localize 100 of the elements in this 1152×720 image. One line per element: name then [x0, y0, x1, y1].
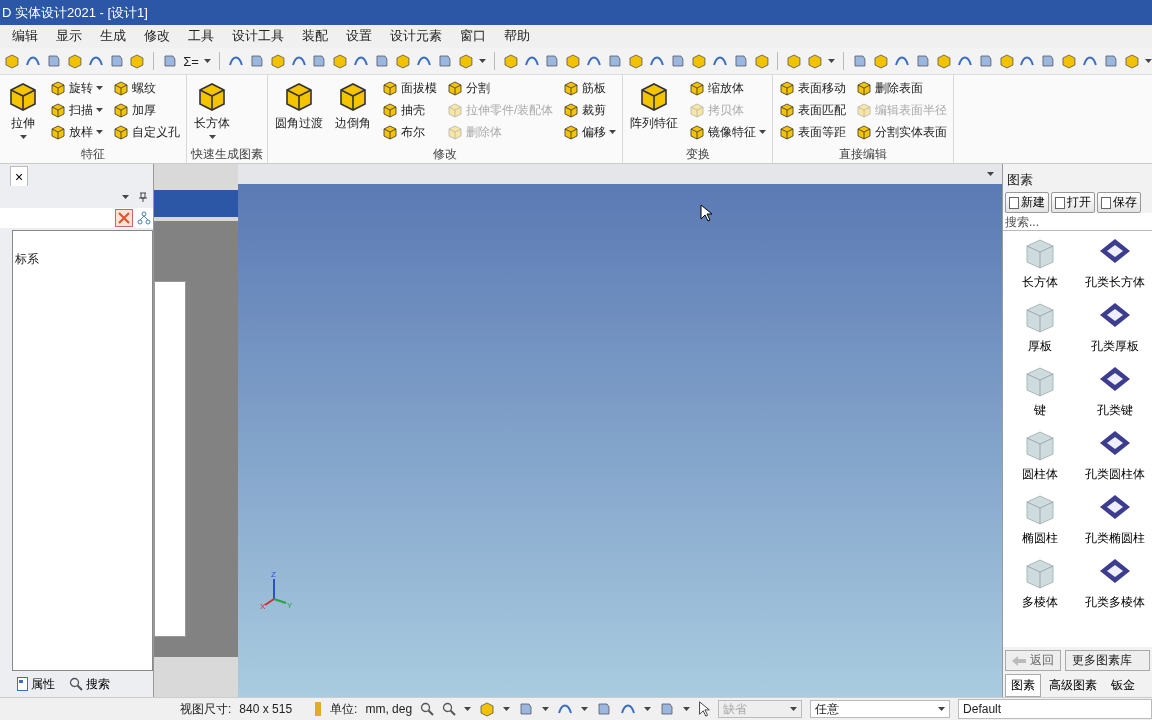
menu-item[interactable]: 设置: [338, 26, 380, 47]
cursor-icon[interactable]: [698, 701, 711, 717]
sheet-icon[interactable]: [607, 53, 624, 69]
sheet-icon[interactable]: [1103, 53, 1119, 69]
pin-icon[interactable]: [139, 192, 147, 202]
shape-item[interactable]: 孔类厚板: [1077, 301, 1152, 365]
toolbar-button[interactable]: 打开: [1051, 192, 1095, 213]
caret-icon: [96, 108, 103, 112]
sheet-icon[interactable]: [108, 53, 125, 69]
ribbon-button[interactable]: 阵列特征: [627, 78, 682, 134]
panel-tab[interactable]: 钣金: [1105, 674, 1141, 697]
caret-icon: [1144, 59, 1152, 63]
ribbon-button[interactable]: 拉伸: [4, 78, 42, 141]
sheet-icon[interactable]: [852, 53, 869, 69]
ribbon-button[interactable]: 布尔: [380, 122, 439, 142]
ribbon-button[interactable]: 放样: [48, 122, 105, 142]
menu-item[interactable]: 修改: [136, 26, 178, 47]
ribbon-button[interactable]: 螺纹: [111, 78, 182, 98]
sheet-icon[interactable]: [518, 701, 535, 717]
sheet-icon[interactable]: [659, 701, 676, 717]
group-label: 变换: [684, 146, 711, 163]
toolbar-label[interactable]: Σ=: [183, 53, 199, 69]
caret-icon: [609, 130, 617, 134]
sheet-icon[interactable]: [45, 53, 62, 69]
ribbon-button[interactable]: 表面匹配: [777, 100, 849, 120]
sheet-icon[interactable]: [732, 53, 749, 69]
ribbon-button[interactable]: 加厚: [111, 100, 182, 120]
ribbon-button[interactable]: 删除表面: [854, 78, 950, 98]
menu-item[interactable]: 工具: [180, 26, 222, 47]
panel-tab[interactable]: 图素: [1005, 674, 1041, 697]
document-icon: [1009, 196, 1019, 209]
ribbon-button[interactable]: 面拔模: [380, 78, 439, 98]
sheet-icon[interactable]: [596, 701, 613, 717]
shape-item[interactable]: 孔类圆柱体: [1077, 429, 1152, 493]
sheet-icon[interactable]: [311, 53, 328, 69]
close-button[interactable]: ×: [10, 166, 29, 186]
sheet-icon[interactable]: [544, 53, 561, 69]
sheet-icon[interactable]: [669, 53, 686, 69]
menu-item[interactable]: 生成: [92, 26, 134, 47]
ribbon-button[interactable]: 边倒角: [332, 78, 374, 134]
shape-item[interactable]: 圆柱体: [1003, 429, 1078, 493]
ribbon-button[interactable]: 表面移动: [777, 78, 849, 98]
shape-item[interactable]: 孔类键: [1077, 365, 1152, 429]
menu-item[interactable]: 设计元素: [382, 26, 450, 47]
panel-tab[interactable]: 搜索: [66, 673, 113, 695]
ribbon-button[interactable]: 自定义孔: [111, 122, 182, 142]
sheet-icon[interactable]: [248, 53, 265, 69]
caret-icon: [644, 707, 652, 711]
ribbon-button[interactable]: 旋转: [48, 78, 105, 98]
shape-item[interactable]: 厚板: [1003, 301, 1078, 365]
menu-item[interactable]: 帮助: [496, 26, 538, 47]
panel-tab[interactable]: 属性: [14, 673, 58, 695]
ribbon-button[interactable]: 抽壳: [380, 100, 439, 120]
shape-item[interactable]: 长方体: [1003, 237, 1078, 301]
menu-item[interactable]: 显示: [48, 26, 90, 47]
ribbon-button[interactable]: 表面等距: [777, 122, 849, 142]
sheet-icon[interactable]: [374, 53, 391, 69]
ribbon-button[interactable]: 缩放体: [687, 78, 769, 98]
toolbar-button[interactable]: 新建: [1005, 192, 1049, 213]
shape-item[interactable]: 孔类多棱体: [1077, 557, 1152, 621]
ribbon-button[interactable]: 裁剪: [561, 100, 619, 120]
sheet-icon[interactable]: [1040, 53, 1057, 69]
ribbon-button[interactable]: 长方体: [191, 78, 233, 141]
ribbon-button[interactable]: 筋板: [561, 78, 619, 98]
material-field[interactable]: Default: [958, 699, 1152, 719]
back-button[interactable]: 返回: [1005, 650, 1061, 671]
sheet-icon[interactable]: [436, 53, 453, 69]
toolbar-button[interactable]: 保存: [1097, 192, 1141, 213]
sheet-icon[interactable]: [914, 53, 931, 69]
menu-item[interactable]: 装配: [294, 26, 336, 47]
shape-item[interactable]: 键: [1003, 365, 1078, 429]
menu-item[interactable]: 设计工具: [224, 26, 292, 47]
shape-item[interactable]: 多棱体: [1003, 557, 1078, 621]
more-button[interactable]: 更多图素库: [1065, 650, 1150, 671]
shape-item[interactable]: 孔类长方体: [1077, 237, 1152, 301]
sheet-icon[interactable]: [977, 53, 994, 69]
menu-item[interactable]: 窗口: [452, 26, 494, 47]
caret-icon: [478, 59, 486, 63]
menu-item[interactable]: 编辑: [4, 26, 46, 47]
ribbon-button[interactable]: 分割实体表面: [854, 122, 950, 142]
shape-item[interactable]: 椭圆柱: [1003, 493, 1078, 557]
ribbon-button[interactable]: 分割: [445, 78, 556, 98]
tree-item[interactable]: 标系: [13, 249, 152, 270]
caret-icon: [828, 59, 836, 63]
zoom-icon[interactable]: [442, 702, 457, 716]
panel-tab[interactable]: 高级图素: [1043, 674, 1103, 697]
ribbon-button[interactable]: 镜像特征: [687, 122, 769, 142]
status-value: mm, deg: [365, 702, 413, 716]
search-field[interactable]: 搜索...: [1003, 213, 1152, 230]
dropdown-icon: [987, 172, 994, 176]
ribbon-button[interactable]: 扫描: [48, 100, 105, 120]
clear-icon[interactable]: [115, 209, 133, 227]
caret-icon: [581, 707, 589, 711]
zoom-icon[interactable]: [420, 702, 435, 716]
ribbon-button[interactable]: 偏移: [561, 122, 619, 142]
sheet-icon[interactable]: [162, 53, 179, 69]
ribbon-button[interactable]: 圆角过渡: [272, 78, 326, 134]
filter-dropdown[interactable]: 任意: [810, 700, 951, 718]
shape-item[interactable]: 孔类椭圆柱: [1077, 493, 1152, 557]
tree-icon[interactable]: [137, 210, 151, 226]
